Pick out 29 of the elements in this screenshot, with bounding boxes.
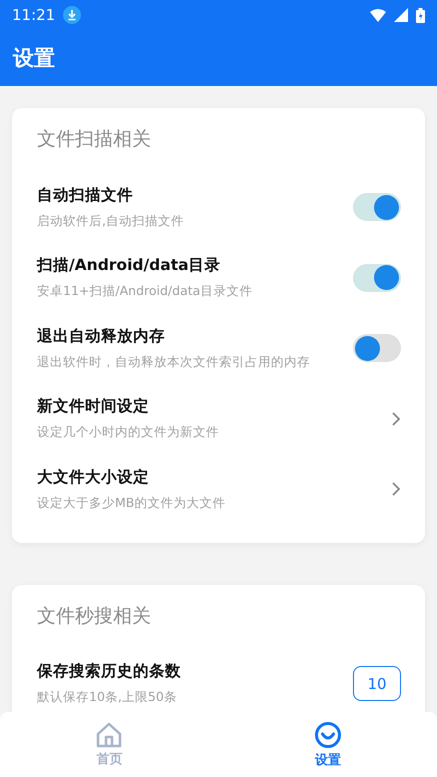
- section-title: 文件秒搜相关: [37, 604, 152, 628]
- wifi-icon: [370, 8, 386, 22]
- section-title: 文件扫描相关: [37, 127, 152, 152]
- setting-title: 大文件大小设定: [37, 466, 150, 488]
- setting-title: 扫描/Android/data目录: [37, 255, 222, 276]
- page-title: 设置: [12, 45, 56, 72]
- setting-description: 设定大于多少MB的文件为大文件: [37, 494, 226, 512]
- chevron-right-icon: [391, 481, 401, 498]
- setting-description: 设定几个小时内的文件为新文件: [37, 424, 220, 442]
- setting-description: 安卓11+扫描/Android/data目录文件: [37, 283, 254, 300]
- setting-description: 启动软件后,自动扫描文件: [37, 212, 185, 230]
- home-icon: [95, 722, 124, 748]
- status-time: 11:21: [12, 6, 56, 24]
- chevron-right-icon: [391, 410, 401, 427]
- battery-icon: [416, 8, 425, 22]
- toggle-switch[interactable]: [353, 334, 401, 362]
- setting-title: 新文件时间设定: [37, 396, 150, 418]
- setting-description: 默认保存10条,上限50条: [37, 689, 178, 706]
- setting-title: 退出自动释放内存: [37, 326, 166, 347]
- setting-title: 保存搜索历史的条数: [37, 661, 182, 682]
- toggle-switch[interactable]: [353, 193, 401, 222]
- signal-icon: [394, 8, 408, 22]
- smile-icon: [314, 720, 342, 748]
- download-icon: [63, 6, 82, 24]
- setting-description: 退出软件时，自动释放本次文件索引占用的内存: [37, 354, 311, 371]
- toggle-switch[interactable]: [353, 264, 401, 292]
- setting-title: 自动扫描文件: [37, 184, 134, 206]
- number-field[interactable]: 10: [353, 666, 401, 702]
- nav-tab[interactable]: 设置: [218, 712, 437, 777]
